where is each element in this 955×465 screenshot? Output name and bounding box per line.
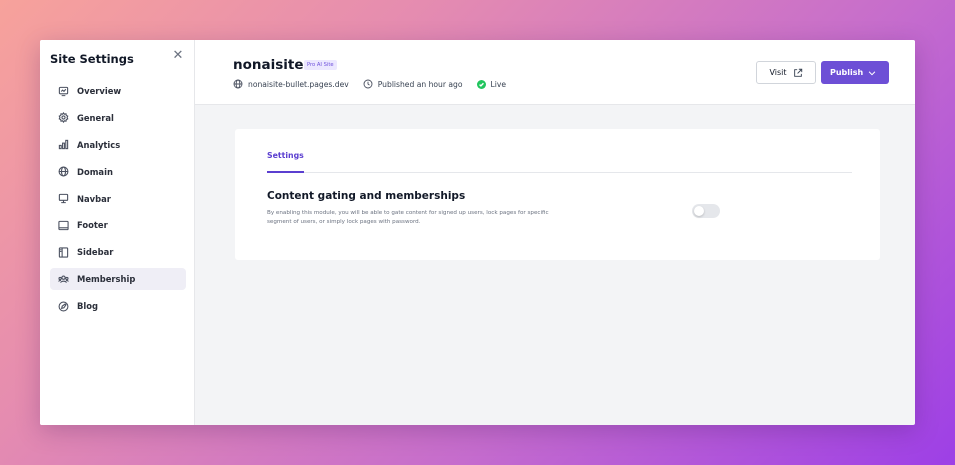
sidebar-item-footer[interactable]: Footer [50, 214, 186, 236]
footer-icon [57, 219, 69, 231]
sidebar-item-label: General [77, 112, 114, 123]
sidebar-item-sidebar[interactable]: Sidebar [50, 241, 186, 263]
sidebar-item-general[interactable]: General [50, 107, 186, 129]
globe-icon [233, 79, 243, 89]
published-text: Published an hour ago [377, 79, 463, 89]
status-text: Live [490, 79, 507, 89]
sidebar-item-label: Navbar [77, 193, 111, 204]
publish-button[interactable]: Publish [821, 61, 889, 84]
sidebar-item-analytics[interactable]: Analytics [50, 134, 186, 156]
sidebar-item-label: Domain [77, 166, 113, 177]
tab-settings[interactable]: Settings [267, 151, 304, 160]
membership-toggle[interactable] [692, 204, 720, 218]
settings-card: Settings Content gating and memberships … [235, 129, 880, 260]
sidebar-item-blog[interactable]: Blog [50, 295, 186, 317]
external-link-icon [793, 68, 802, 77]
overview-icon [57, 85, 69, 97]
site-name: nonaisite [233, 57, 304, 73]
globe-icon [57, 166, 69, 178]
visit-button[interactable]: Visit [756, 61, 816, 84]
close-icon[interactable]: ✕ [171, 49, 185, 63]
publish-label: Publish [830, 68, 864, 77]
gear-icon [57, 112, 69, 124]
plan-badge: Pro AI Site [304, 60, 337, 70]
chevron-down-icon[interactable] [867, 68, 877, 78]
check-circle-icon [476, 79, 486, 89]
section-description: By enabling this module, you will be abl… [267, 210, 549, 225]
sidebar-item-label: Overview [77, 86, 122, 96]
navbar-icon [57, 193, 69, 205]
sidebar-title: Site Settings [50, 52, 134, 66]
sidebar-item-overview[interactable]: Overview [50, 80, 186, 102]
site-meta: nonaisite-bullet.pages.dev Published an … [233, 79, 520, 89]
active-tab-indicator [267, 171, 304, 173]
analytics-icon [57, 139, 69, 151]
toggle-knob [694, 206, 704, 216]
site-settings-window: Site Settings ✕ Overview General Analyti… [40, 40, 915, 425]
sidebar-item-label: Sidebar [77, 247, 114, 258]
domain-text: nonaisite-bullet.pages.dev [248, 79, 349, 89]
clock-icon [363, 79, 373, 89]
blog-icon [57, 300, 69, 312]
sidebar-icon [57, 246, 69, 258]
sidebar-item-label: Membership [77, 274, 136, 285]
sidebar-item-navbar[interactable]: Navbar [50, 188, 186, 210]
sidebar-item-label: Blog [77, 301, 99, 312]
sidebar-item-membership[interactable]: Membership [50, 268, 186, 291]
sidebar: Site Settings ✕ Overview General Analyti… [40, 40, 195, 425]
membership-icon [57, 273, 69, 285]
sidebar-item-label: Footer [77, 220, 108, 231]
visit-label: Visit [769, 68, 787, 77]
tab-divider [267, 172, 852, 173]
site-domain[interactable]: nonaisite-bullet.pages.dev [233, 79, 349, 89]
site-header: nonaisite Pro AI Site nonaisite-bullet.p… [195, 40, 915, 105]
published-time: Published an hour ago [363, 79, 463, 89]
sidebar-item-label: Analytics [77, 139, 121, 150]
section-title: Content gating and memberships [267, 190, 466, 202]
sidebar-nav: Overview General Analytics Domain Navbar… [50, 80, 186, 322]
status-badge: Live [476, 79, 507, 89]
sidebar-item-domain[interactable]: Domain [50, 161, 186, 183]
